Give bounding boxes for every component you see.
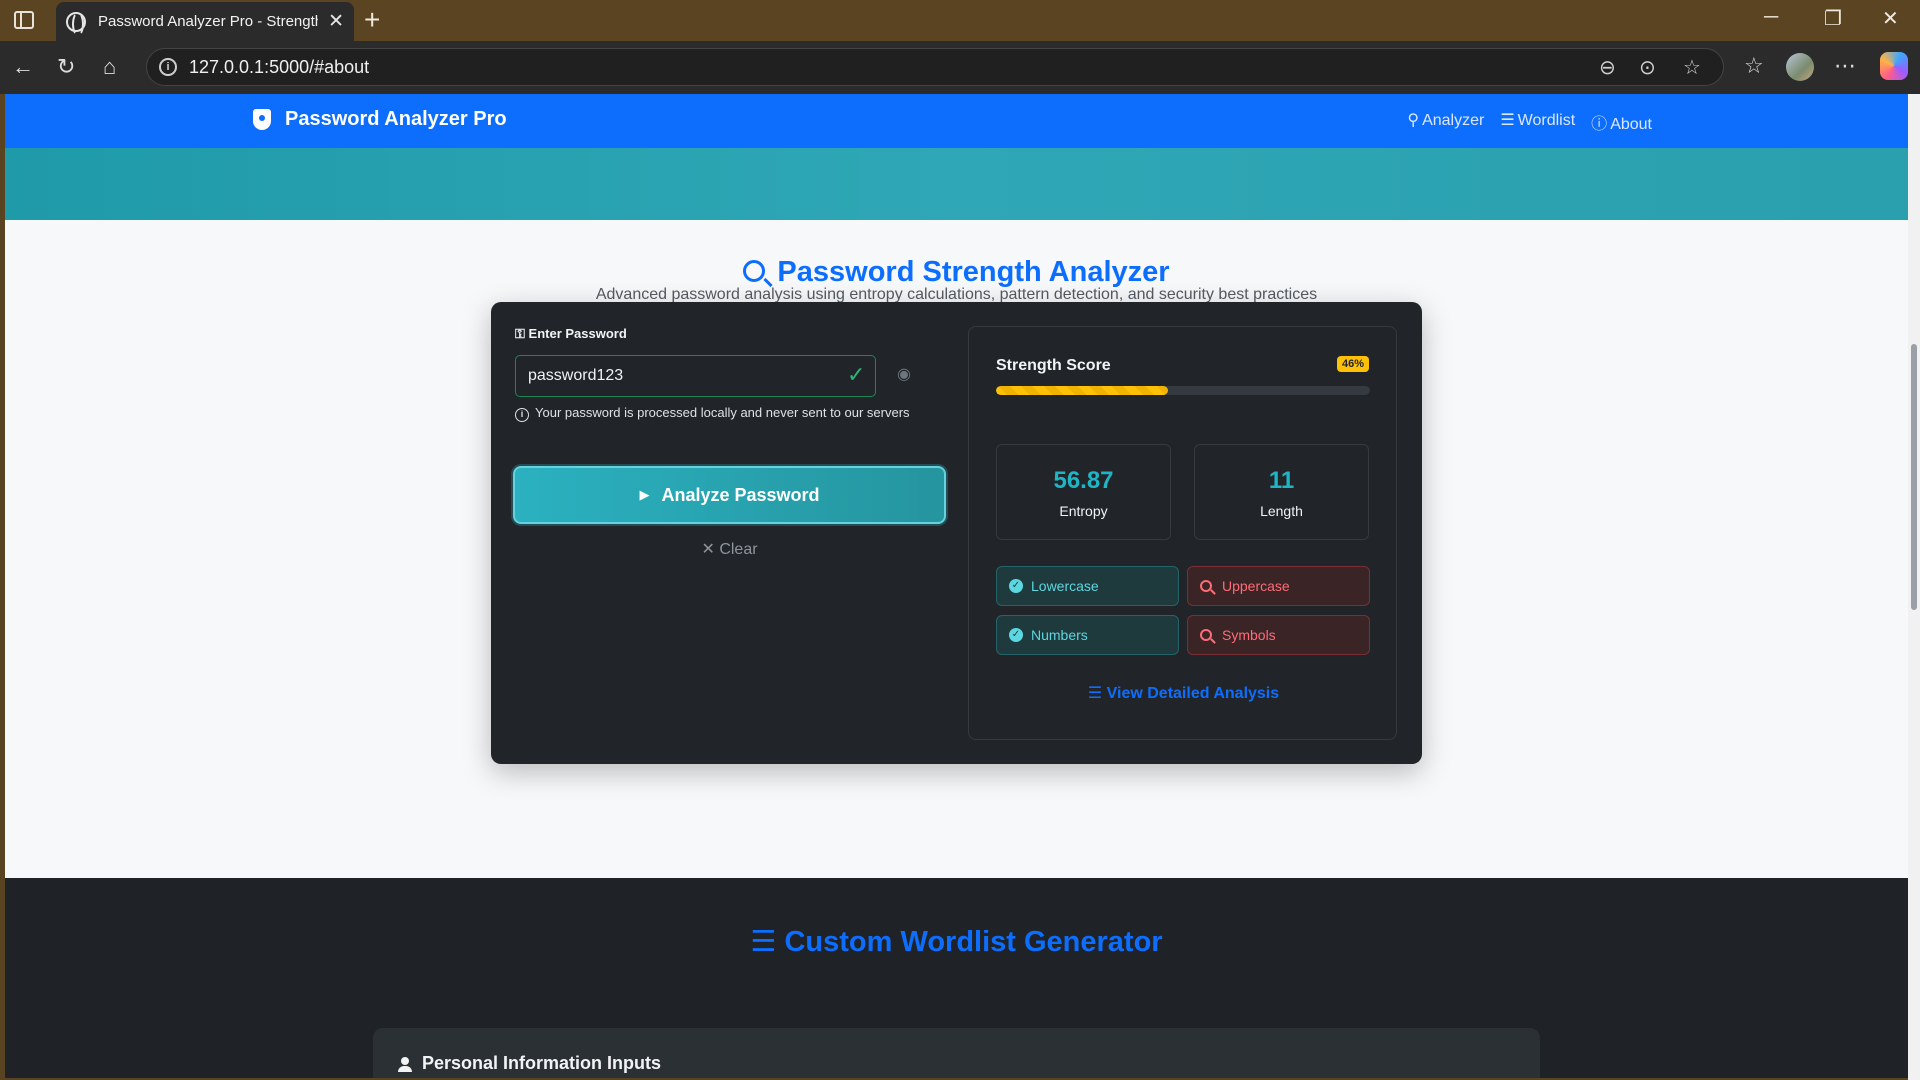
scrollbar-thumb[interactable] bbox=[1911, 344, 1917, 610]
browser-tab-bar: Password Analyzer Pro - Strength ✕ + ─ ❐… bbox=[0, 0, 1920, 41]
check-circle-icon: ✓ bbox=[1009, 579, 1023, 593]
minimize-icon[interactable]: ─ bbox=[1764, 6, 1778, 29]
strength-score-badge: 46% bbox=[1336, 356, 1369, 372]
analyze-button[interactable]: ▶ Analyze Password bbox=[513, 466, 946, 524]
profile-avatar[interactable] bbox=[1786, 53, 1814, 81]
strength-score-label: Strength Score bbox=[996, 357, 1111, 374]
entropy-label: Entropy bbox=[1059, 503, 1108, 519]
shield-icon bbox=[253, 109, 271, 130]
wordlist-title: ☰ Custom Wordlist Generator bbox=[750, 926, 1163, 958]
length-stat: 11 Length bbox=[1194, 444, 1369, 540]
site-navbar: Password Analyzer Pro ⚲ Analyzer ☰ Wordlis… bbox=[5, 94, 1908, 148]
nav-link-about[interactable]: ⓘ About bbox=[1591, 110, 1652, 134]
reading-mode-icon[interactable]: ⊙ bbox=[1639, 55, 1656, 80]
info-icon: ⓘ bbox=[1591, 116, 1608, 133]
hero-banner bbox=[5, 148, 1908, 220]
personal-info-heading: Personal Information Inputs bbox=[398, 1053, 661, 1074]
search-icon: ⚲ bbox=[1407, 112, 1420, 129]
home-icon[interactable]: ⌂ bbox=[103, 54, 116, 80]
nav-link-wordlist[interactable]: ☰ Wordlist bbox=[1500, 110, 1575, 134]
list-icon: ☰ bbox=[750, 926, 777, 958]
info-icon: i bbox=[515, 408, 529, 422]
entropy-stat: 56.87 Entropy bbox=[996, 444, 1171, 540]
back-icon[interactable]: ← bbox=[12, 54, 34, 80]
favorites-icon[interactable]: ☆ bbox=[1744, 53, 1764, 79]
length-label: Length bbox=[1260, 503, 1303, 519]
length-value: 11 bbox=[1268, 467, 1295, 494]
password-input[interactable] bbox=[515, 355, 876, 397]
reload-icon[interactable]: ↻ bbox=[57, 54, 75, 80]
new-tab-icon[interactable]: + bbox=[364, 4, 380, 36]
entropy-value: 56.87 bbox=[1053, 467, 1114, 494]
search-x-icon bbox=[1200, 580, 1212, 592]
strength-progress-fill bbox=[996, 386, 1169, 395]
browser-tab[interactable]: Password Analyzer Pro - Strength ✕ bbox=[56, 2, 354, 41]
person-icon bbox=[398, 1056, 412, 1072]
x-icon: ✕ bbox=[701, 541, 715, 558]
key-icon: ⚿ bbox=[515, 326, 525, 341]
address-bar-row: ← ↻ ⌂ i 127.0.0.1:5000/#about ⊖ ⊙ ☆ bbox=[0, 41, 1920, 94]
site-info-icon[interactable]: i bbox=[159, 58, 177, 76]
analyzer-title: Password Strength Analyzer bbox=[5, 256, 1908, 289]
strength-score-panel: Strength Score 46% 56.87 Entropy 11 Leng… bbox=[968, 326, 1397, 740]
check-circle-icon: ✓ bbox=[1009, 628, 1023, 642]
page-scrollbar[interactable] bbox=[1908, 94, 1920, 1080]
personal-info-card: Personal Information Inputs bbox=[373, 1028, 1540, 1078]
page-viewport: Password Analyzer Pro ⚲ Analyzer ☰ Wordlis… bbox=[5, 94, 1908, 1078]
list-icon: ☰ bbox=[1087, 685, 1103, 702]
clear-button[interactable]: ✕ Clear bbox=[491, 539, 968, 559]
more-options-icon[interactable]: ⋯ bbox=[1834, 53, 1856, 79]
wordlist-section: ☰ Custom Wordlist Generator Personal Inf… bbox=[5, 878, 1908, 1078]
brand-name: Password Analyzer Pro bbox=[285, 108, 507, 130]
view-detailed-analysis-link[interactable]: ☰ View Detailed Analysis bbox=[969, 683, 1398, 703]
sidebar-toggle-icon[interactable] bbox=[14, 11, 34, 29]
requirement-symbols: Symbols bbox=[1187, 615, 1370, 655]
toggle-visibility-icon[interactable]: ◉ bbox=[897, 364, 911, 384]
strength-progress-bar bbox=[996, 386, 1370, 395]
url-text[interactable]: 127.0.0.1:5000/#about bbox=[189, 57, 369, 78]
search-x-icon bbox=[1200, 629, 1212, 641]
restore-icon[interactable]: ❐ bbox=[1824, 6, 1842, 31]
analyzer-card: ⚿ Enter Password ✓ ◉ iYour password is p… bbox=[491, 302, 1422, 764]
copilot-icon[interactable] bbox=[1880, 52, 1908, 80]
list-icon: ☰ bbox=[1500, 112, 1515, 129]
nav-link-analyzer[interactable]: ⚲ Analyzer bbox=[1407, 110, 1484, 134]
requirement-uppercase: Uppercase bbox=[1187, 566, 1370, 606]
requirement-numbers: ✓ Numbers bbox=[996, 615, 1179, 655]
requirement-lowercase: ✓ Lowercase bbox=[996, 566, 1179, 606]
password-label: ⚿ Enter Password bbox=[515, 326, 627, 341]
brand[interactable]: Password Analyzer Pro bbox=[253, 108, 507, 131]
window-close-icon[interactable]: ✕ bbox=[1882, 6, 1899, 31]
favorite-star-icon[interactable]: ☆ bbox=[1683, 55, 1701, 80]
nav-links: ⚲ Analyzer ☰ Wordlist ⓘ About bbox=[1407, 110, 1652, 134]
url-bar[interactable]: i 127.0.0.1:5000/#about ⊖ ⊙ ☆ bbox=[146, 48, 1724, 86]
valid-check-icon: ✓ bbox=[847, 362, 866, 387]
close-tab-icon[interactable]: ✕ bbox=[328, 10, 344, 33]
search-icon bbox=[743, 260, 766, 282]
globe-icon bbox=[66, 11, 86, 36]
tab-title: Password Analyzer Pro - Strength bbox=[98, 13, 319, 30]
privacy-note: i Your password is processed locally and … bbox=[515, 402, 915, 423]
play-icon: ▶ bbox=[639, 487, 650, 502]
zoom-out-icon[interactable]: ⊖ bbox=[1599, 55, 1616, 80]
